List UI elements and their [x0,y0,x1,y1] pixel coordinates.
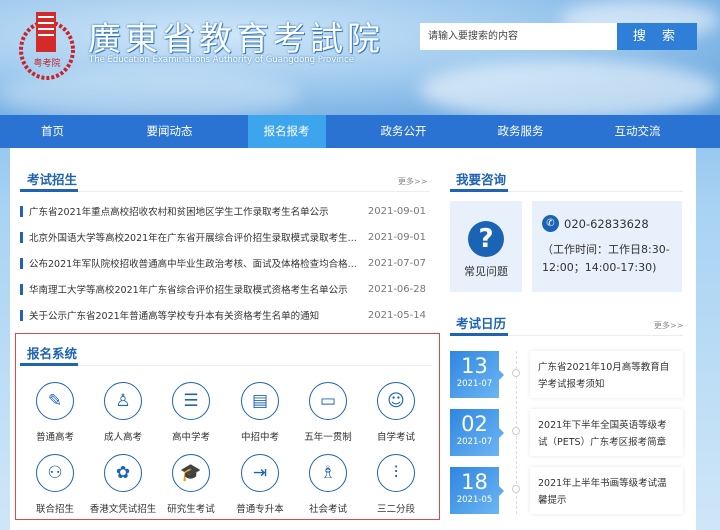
divider [20,191,430,192]
news-item[interactable]: 北京外国语大学等高校2021年在广东省开展综合评价招生录取模式录取考生... 20… [20,229,426,245]
registration-item-gaokao[interactable]: ✎ 普通高考 [21,382,89,443]
five-year-icon: ▭ [309,382,347,420]
section-title-consult: 我要咨询 [456,172,507,187]
registration-item-adult-gaokao[interactable]: ♙ 成人高考 [89,382,157,443]
hkdse-icon: ✿ [104,454,142,492]
academic-test-icon: ☰ [172,382,210,420]
section-title-calendar: 考试日历 [456,316,507,331]
registration-item-hkdse[interactable]: ✿ 香港文凭试招生 [89,454,157,515]
registration-item-zhongkao[interactable]: ▤ 中招中考 [226,382,294,443]
nav-home[interactable]: 首页 [0,115,111,148]
upgrade-icon: ⇥ [241,454,279,492]
registration-item-label: 香港文凭试招生 [89,504,157,515]
registration-item-label: 高中学考 [171,432,210,443]
adult-gaokao-icon: ♙ [104,382,142,420]
registration-item-joint-enroll[interactable]: ⚇ 联合招生 [21,454,89,515]
more-link-calendar[interactable]: 更多>> [654,320,683,331]
three-two-icon: ⫶ [377,454,415,492]
nav-gov-open[interactable]: 政务公开 [345,115,462,148]
divider [20,365,432,366]
registration-item-five-year[interactable]: ▭ 五年一贯制 [294,382,362,443]
joint-enroll-icon: ⚇ [36,454,74,492]
main-nav: 首页 要闻动态 报名报考 政务公开 政务服务 互动交流 [0,115,720,148]
news-item[interactable]: 公布2021年军队院校招收普通高中毕业生政治考核、面试及体格检查均合格... 20… [20,255,426,271]
calendar-item[interactable]: 13 2021-07 广东省2021年10月高等教育自学考试报考须知 [450,351,683,398]
registration-item-three-two[interactable]: ⫶ 三二分段 [362,454,430,515]
registration-item-label: 普通专升本 [236,504,284,515]
more-link-exam-news[interactable]: 更多>> [398,176,427,187]
title-underline [450,189,508,192]
self-study-icon: ☺ [377,382,415,420]
title-underline [20,363,78,366]
registration-item-label: 联合招生 [35,504,74,515]
gaokao-icon: ✎ [36,382,74,420]
faq-button[interactable]: ? 常见问题 [450,201,522,292]
postgraduate-icon: 🎓 [172,454,210,492]
calendar-item[interactable]: 18 2021-05 2021年上半年书画等级考试温馨提示 [450,467,683,514]
registration-item-academic-test[interactable]: ☰ 高中学考 [157,382,225,443]
registration-item-postgraduate[interactable]: 🎓 研究生考试 [157,454,225,515]
section-title-registration: 报名系统 [27,346,78,361]
registration-item-label: 普通高考 [35,432,74,443]
site-title: 廣東省教育考試院 [88,19,384,58]
registration-item-label: 自学考试 [376,432,415,443]
news-item[interactable]: 华南理工大学等高校2021年广东省综合评价招生录取模式资格考生名单公示 2021-… [20,281,426,297]
section-title-exam-news: 考试招生 [27,172,78,187]
registration-item-label: 成人高考 [103,432,142,443]
search-button[interactable]: 搜 索 [617,23,697,50]
registration-item-label: 五年一贯制 [304,432,352,443]
news-item[interactable]: 广东省2021年重点高校招收农村和贫困地区学生工作录取考生名单公示 2021-09… [20,203,426,219]
registration-item-label: 中招中考 [240,432,279,443]
header-banner: 粤考院 廣東省教育考試院 The Education Examinations … [0,0,720,120]
nav-news[interactable]: 要闻动态 [111,115,228,148]
news-item[interactable]: 关于公示广东省2021年普通高等学校专升本有关资格考生名单的通知 2021-05-… [20,307,426,323]
registration-item-social-exam[interactable]: ♗ 社会考试 [294,454,362,515]
nav-gov-service[interactable]: 政务服务 [462,115,579,148]
registration-item-upgrade[interactable]: ⇥ 普通专升本 [226,454,294,515]
site-subtitle: The Education Examinations Authority of … [89,55,354,65]
svg-text:粤考院: 粤考院 [33,57,60,69]
question-icon: ? [468,221,504,257]
nav-interaction[interactable]: 互动交流 [579,115,696,148]
phone-info: ✆ 020-62833628 （工作时间：工作日8:30-12:00；14:00-… [532,201,682,292]
calendar-item[interactable]: 02 2021-07 2021年下半年全国英语等级考试（PETS）广东考区报考简章 [450,409,683,456]
registration-item-label: 研究生考试 [167,504,215,515]
zhongkao-icon: ▤ [241,382,279,420]
social-exam-icon: ♗ [309,454,347,492]
nav-registration[interactable]: 报名报考 [247,115,326,148]
registration-item-self-study[interactable]: ☺ 自学考试 [362,382,430,443]
registration-item-label: 三二分段 [376,504,415,515]
registration-item-label: 社会考试 [308,504,347,515]
title-underline [450,333,508,336]
logo-emblem[interactable]: 粤考院 [18,10,76,80]
title-underline [20,189,78,192]
phone-icon: ✆ [542,215,559,232]
search-input[interactable]: 请输入要搜索的内容 [420,23,617,50]
